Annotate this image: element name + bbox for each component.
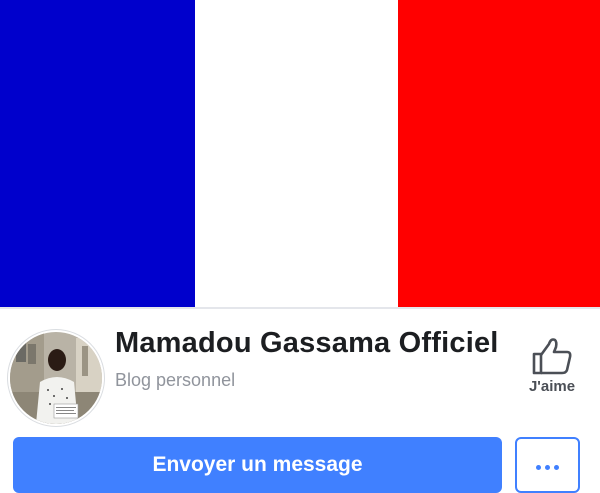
flag-stripe-red [398, 0, 600, 307]
avatar-photo [10, 332, 102, 424]
like-label: J'aime [528, 378, 576, 395]
like-button[interactable]: J'aime [522, 336, 582, 406]
page-category: Blog personnel [115, 370, 236, 390]
more-options-button[interactable] [515, 437, 580, 493]
flag-stripe-blue [0, 0, 195, 307]
cover-photo[interactable] [0, 0, 600, 307]
page-name: Mamadou Gassama Officiel [115, 327, 499, 359]
thumbs-up-icon [532, 338, 572, 375]
divider [0, 307, 600, 309]
more-dots-icon [536, 464, 559, 470]
flag-stripe-white [195, 0, 398, 307]
avatar[interactable] [8, 330, 104, 426]
send-message-button[interactable]: Envoyer un message [13, 437, 502, 493]
